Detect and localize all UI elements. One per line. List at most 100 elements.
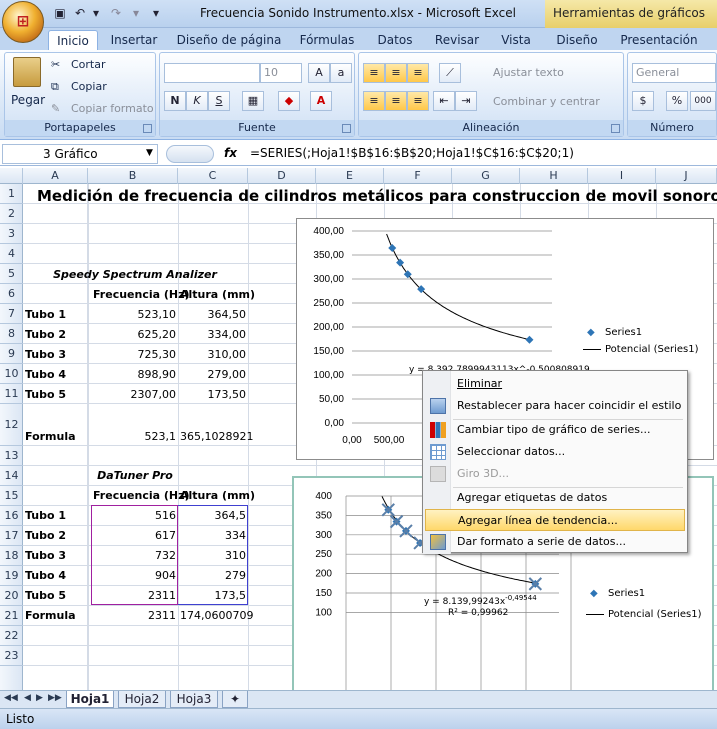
dialog-launcher-icon[interactable] — [611, 124, 620, 133]
dialog-launcher-icon[interactable] — [342, 124, 351, 133]
tab-diseno-pagina[interactable]: Diseño de página — [174, 30, 284, 50]
column-header-f[interactable]: F — [384, 168, 452, 184]
name-box-dropdown-icon[interactable]: ▼ — [146, 148, 153, 158]
row-header-2[interactable]: 2 — [0, 204, 23, 224]
sheet-tab-hoja2[interactable]: Hoja2 — [118, 691, 166, 708]
freq-cell[interactable]: 2307,00 — [90, 388, 177, 401]
borders-icon[interactable]: ▦ — [242, 91, 264, 111]
freq-cell[interactable]: 725,30 — [90, 348, 177, 361]
freq-cell[interactable]: 2311 — [90, 609, 176, 622]
row-header-3[interactable]: 3 — [0, 224, 23, 244]
shrink-font-icon[interactable]: a — [330, 63, 352, 83]
header-frequency[interactable]: Frecuencia (Hz) — [93, 288, 190, 301]
height-cell[interactable]: 279 — [180, 569, 246, 582]
column-header-g[interactable]: G — [452, 168, 520, 184]
row-label[interactable]: Tubo 1 — [25, 509, 66, 522]
row-header-4[interactable]: 4 — [0, 244, 23, 264]
freq-cell[interactable]: 617 — [90, 529, 176, 542]
formula-input[interactable]: =SERIES(;Hoja1!$B$16:$B$20;Hoja1!$C$16:$… — [250, 146, 574, 160]
row-header-21[interactable]: 21 — [0, 606, 23, 626]
align-right-icon[interactable]: ≡ — [407, 91, 429, 111]
row-label[interactable]: Tubo 1 — [25, 308, 66, 321]
number-format-field[interactable]: General — [632, 63, 716, 83]
row-header-15[interactable]: 15 — [0, 486, 23, 506]
freq-cell[interactable]: 2311 — [90, 589, 176, 602]
tab-datos[interactable]: Datos — [370, 30, 420, 50]
paste-icon[interactable] — [13, 57, 41, 87]
menu-item-restablecer[interactable]: Restablecer para hacer coincidir el esti… — [425, 395, 685, 417]
menu-item-cambiar-tipo[interactable]: Cambiar tipo de gráfico de series... — [425, 419, 685, 441]
height-cell[interactable]: 364,5 — [180, 509, 247, 522]
column-header-i[interactable]: I — [588, 168, 656, 184]
tab-presentacion[interactable]: Presentación — [616, 30, 702, 50]
dialog-launcher-icon[interactable] — [143, 124, 152, 133]
row-header-18[interactable]: 18 — [0, 546, 23, 566]
sheet-tab-hoja1[interactable]: Hoja1 — [66, 691, 114, 708]
customize-qat-icon[interactable]: ▾ — [148, 5, 164, 21]
font-color-icon[interactable]: A — [310, 91, 332, 111]
fill-color-icon[interactable]: ◆ — [278, 91, 300, 111]
tab-insertar[interactable]: Insertar — [104, 30, 164, 50]
tab-formulas[interactable]: Fórmulas — [294, 30, 360, 50]
sheet-tab-hoja3[interactable]: Hoja3 — [170, 691, 218, 708]
underline-button[interactable]: S — [208, 91, 230, 111]
wrap-text-button[interactable]: Ajustar texto — [493, 66, 564, 79]
tab-nav-last-icon[interactable]: ▶▶ — [48, 693, 62, 703]
column-header-b[interactable]: B — [88, 168, 178, 184]
italic-button[interactable]: K — [186, 91, 208, 111]
row-label[interactable]: Tubo 5 — [25, 388, 66, 401]
redo-dropdown-icon[interactable]: ▾ — [128, 5, 144, 21]
align-left-icon[interactable]: ≡ — [363, 91, 385, 111]
header-height[interactable]: Altura (mm) — [180, 288, 255, 301]
tab-revisar[interactable]: Revisar — [430, 30, 484, 50]
tab-inicio[interactable]: Inicio — [48, 30, 98, 50]
row-label[interactable]: Tubo 2 — [25, 328, 66, 341]
row-header-6[interactable]: 6 — [0, 284, 23, 304]
name-box[interactable]: 3 Gráfico — [2, 144, 158, 164]
tab-nav-next-icon[interactable]: ▶ — [36, 693, 43, 703]
tab-nav-first-icon[interactable]: ◀◀ — [4, 693, 18, 703]
format-painter-icon[interactable]: ✎ — [51, 102, 60, 115]
row-header-9[interactable]: 9 — [0, 344, 23, 364]
orientation-icon[interactable]: ⟋ — [439, 63, 461, 83]
row-label[interactable]: Tubo 4 — [25, 368, 66, 381]
column-header-h[interactable]: H — [520, 168, 588, 184]
copy-icon[interactable]: ⧉ — [51, 80, 59, 94]
font-name-field[interactable] — [164, 63, 260, 83]
menu-item-eliminar[interactable]: Eliminar — [425, 373, 685, 395]
office-button[interactable]: ⊞ — [2, 1, 44, 43]
menu-item-seleccionar-datos[interactable]: Seleccionar datos... — [425, 441, 685, 463]
freq-cell[interactable]: 898,90 — [90, 368, 177, 381]
row-header-16[interactable]: 16 — [0, 506, 23, 526]
row-header-14[interactable]: 14 — [0, 466, 23, 486]
header-height[interactable]: Altura (mm) — [180, 489, 255, 502]
height-cell[interactable]: 365,1028921 — [180, 430, 253, 443]
increase-indent-icon[interactable]: ⇥ — [455, 91, 477, 111]
row-label[interactable]: Tubo 3 — [25, 348, 66, 361]
cut-button[interactable]: Cortar — [71, 58, 106, 71]
tab-diseno[interactable]: Diseño — [548, 30, 606, 50]
percent-button[interactable]: % — [666, 91, 688, 111]
row-header-17[interactable]: 17 — [0, 526, 23, 546]
undo-icon[interactable]: ↶ — [72, 5, 88, 21]
height-cell[interactable]: 173,50 — [180, 388, 247, 401]
save-icon[interactable]: ▣ — [52, 5, 68, 21]
align-center-icon[interactable]: ≡ — [385, 91, 407, 111]
redo-icon[interactable]: ↷ — [108, 5, 124, 21]
row-header-7[interactable]: 7 — [0, 304, 23, 324]
row-header-11[interactable]: 11 — [0, 384, 23, 404]
column-header-e[interactable]: E — [316, 168, 384, 184]
row-label[interactable]: Tubo 5 — [25, 589, 66, 602]
merge-center-button[interactable]: Combinar y centrar — [493, 95, 600, 108]
bold-button[interactable]: N — [164, 91, 186, 111]
height-cell[interactable]: 174,0600709 — [180, 609, 253, 622]
undo-dropdown-icon[interactable]: ▾ — [88, 5, 104, 21]
column-header-d[interactable]: D — [248, 168, 316, 184]
row-label[interactable]: Formula — [25, 430, 76, 443]
column-header-c[interactable]: C — [178, 168, 248, 184]
row-label[interactable]: Formula — [25, 609, 76, 622]
sheet-title[interactable]: Medición de frecuencia de cilindros metá… — [37, 187, 717, 205]
height-cell[interactable]: 310,00 — [180, 348, 247, 361]
font-size-field[interactable]: 10 — [260, 63, 302, 83]
freq-cell[interactable]: 904 — [90, 569, 176, 582]
